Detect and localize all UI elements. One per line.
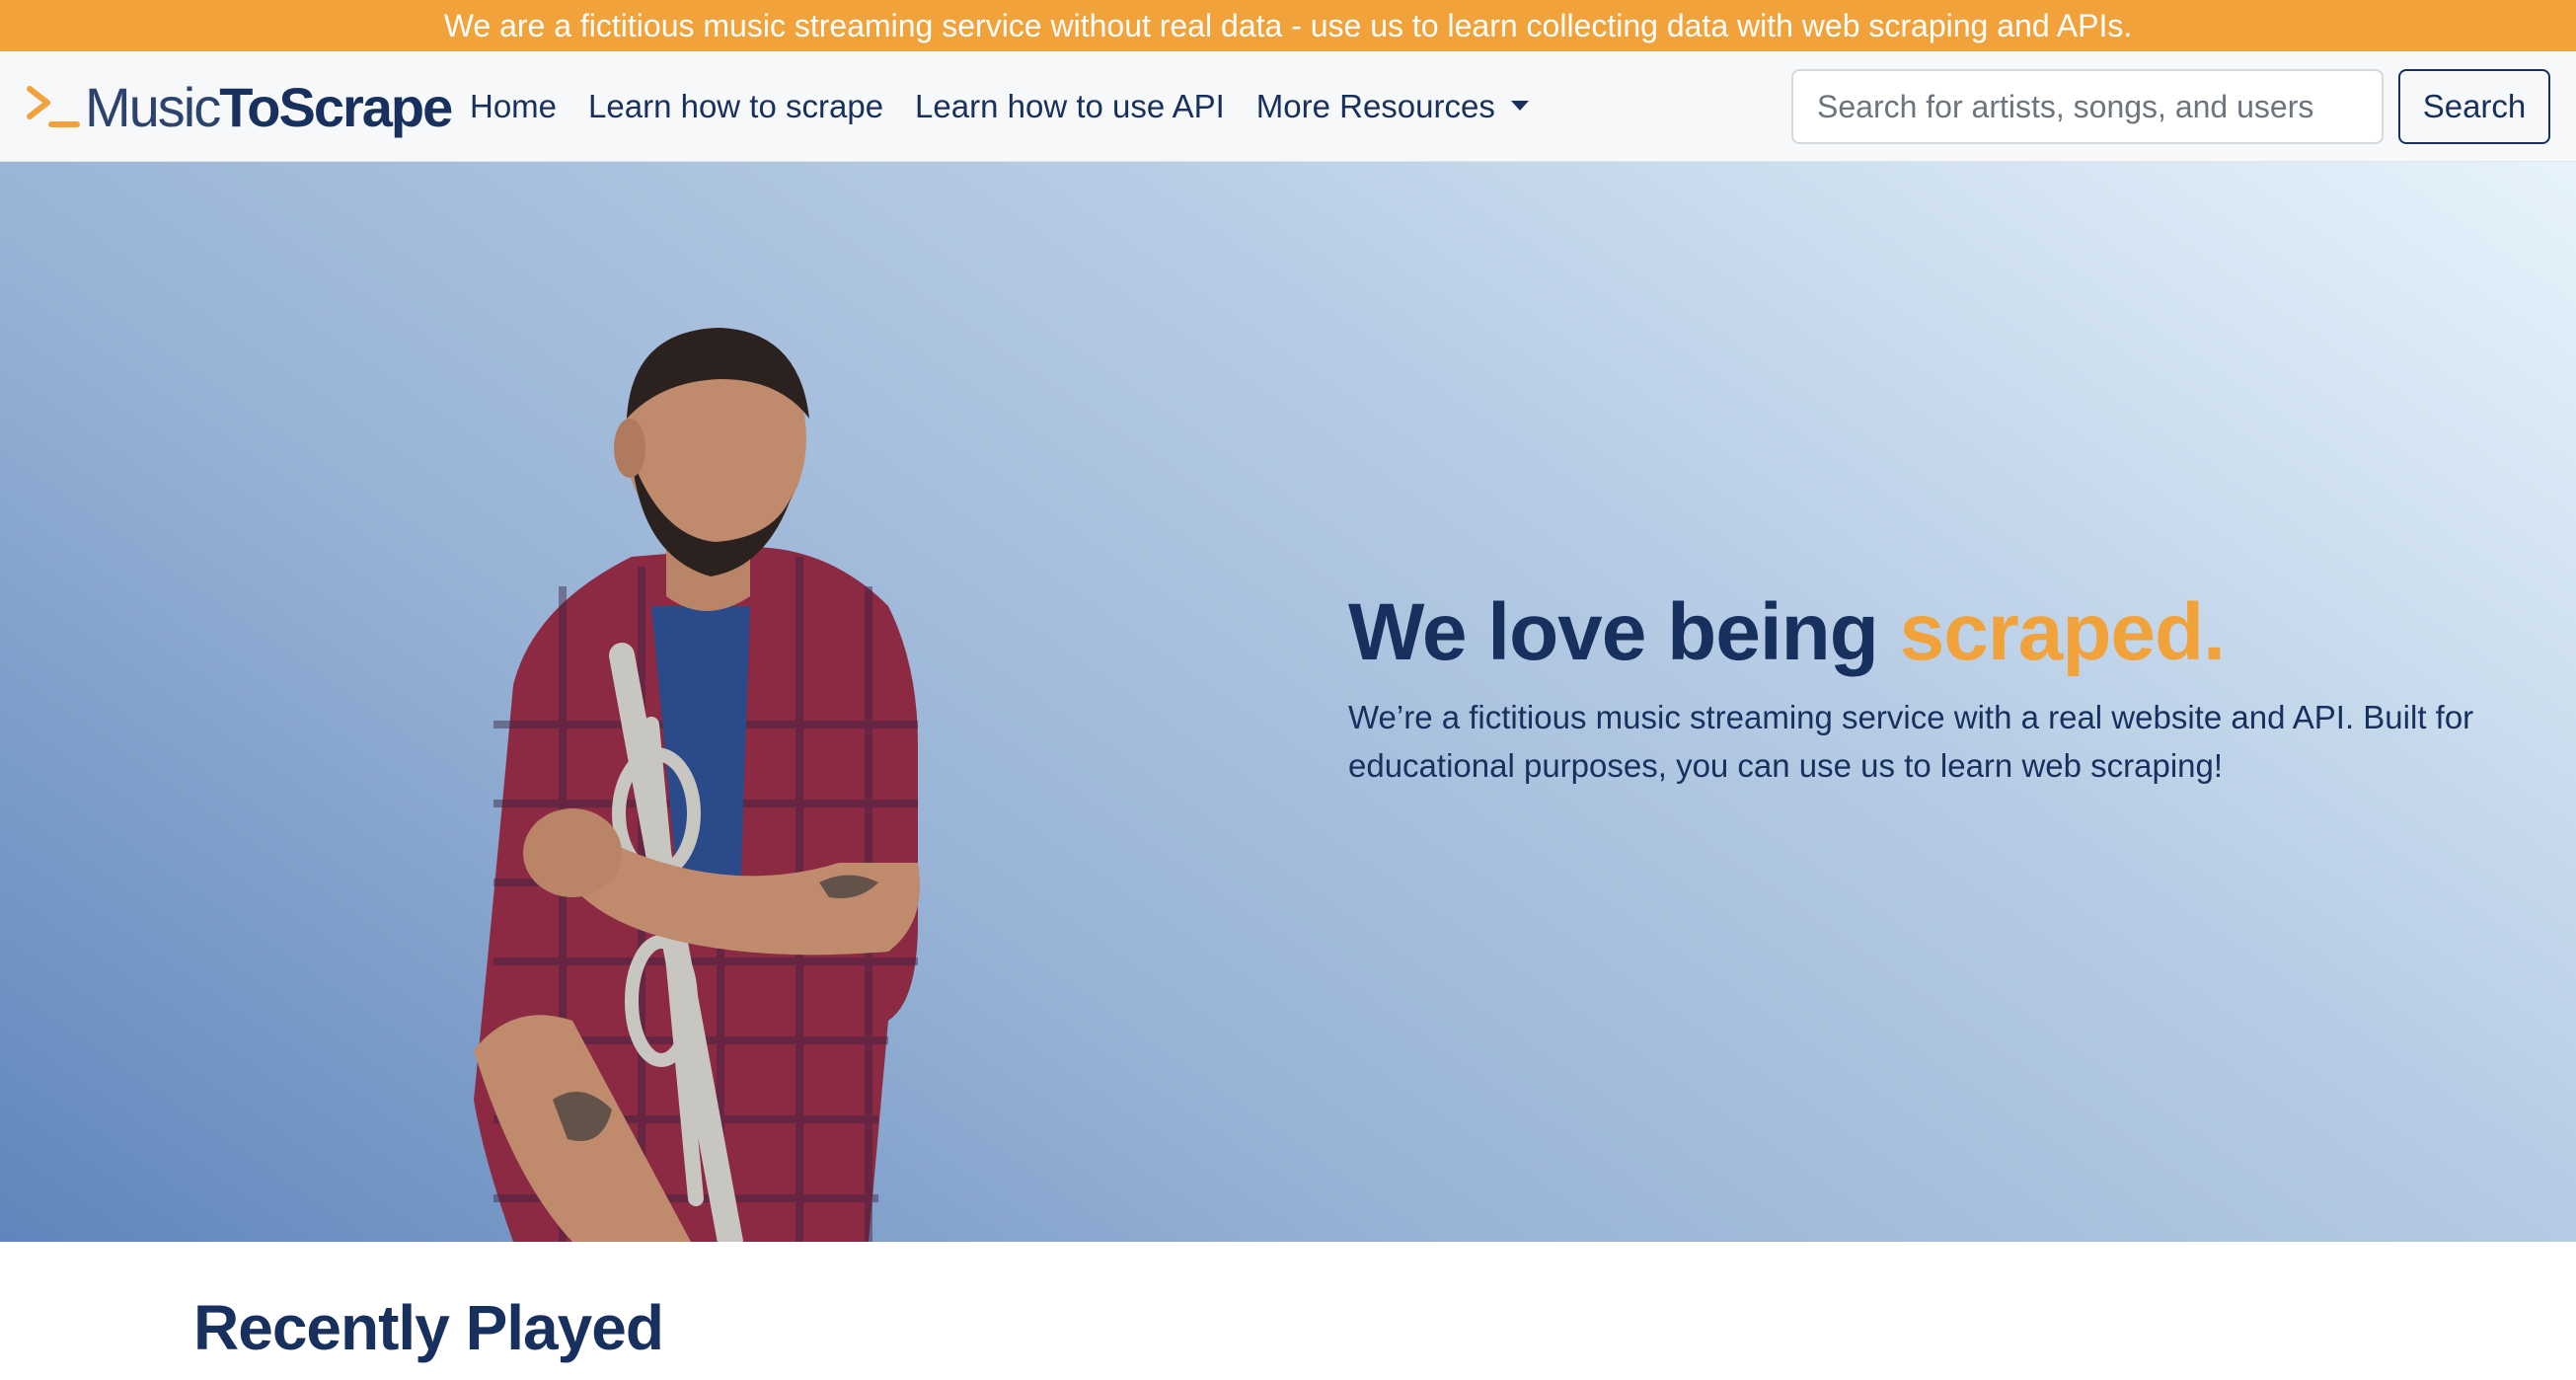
more-resources-label: More Resources [1255, 88, 1495, 124]
site-logo[interactable]: Music ToScrape [26, 76, 453, 138]
banner-text: We are a fictitious music streaming serv… [443, 8, 2133, 43]
logo-text-toscrape: ToScrape [219, 75, 453, 138]
hero-title-accent: scraped. [1899, 587, 2226, 677]
top-banner: We are a fictitious music streaming serv… [0, 0, 2576, 51]
nav-link-learn-api[interactable]: Learn how to use API [915, 88, 1225, 125]
hero-title-main: We love being [1348, 587, 1900, 677]
hero-section: We love being scraped. We’re a fictitiou… [0, 162, 2576, 1242]
nav-link-learn-scrape[interactable]: Learn how to scrape [588, 88, 883, 125]
nav-dropdown-more-resources[interactable]: More Resources [1256, 88, 1529, 125]
nav-link-home[interactable]: Home [470, 88, 557, 125]
nav-links: Home Learn how to scrape Learn how to us… [470, 51, 1560, 162]
logo-text-music: Music [85, 75, 221, 138]
terminal-prompt-icon [27, 86, 80, 127]
hero-text: We love being scraped. We’re a fictitiou… [1348, 586, 2513, 790]
search-button[interactable]: Search [2398, 69, 2550, 144]
hero-subtitle: We’re a fictitious music streaming servi… [1348, 699, 2474, 785]
hero-title: We love being scraped. [1348, 586, 2513, 679]
navbar: Music ToScrape Home Learn how to scrape L… [0, 51, 2576, 162]
search-input[interactable] [1791, 69, 2384, 144]
musician-with-trumpet-image [474, 328, 920, 1242]
chevron-down-icon [1510, 101, 1529, 112]
recently-played-heading: Recently Played [193, 1292, 664, 1363]
